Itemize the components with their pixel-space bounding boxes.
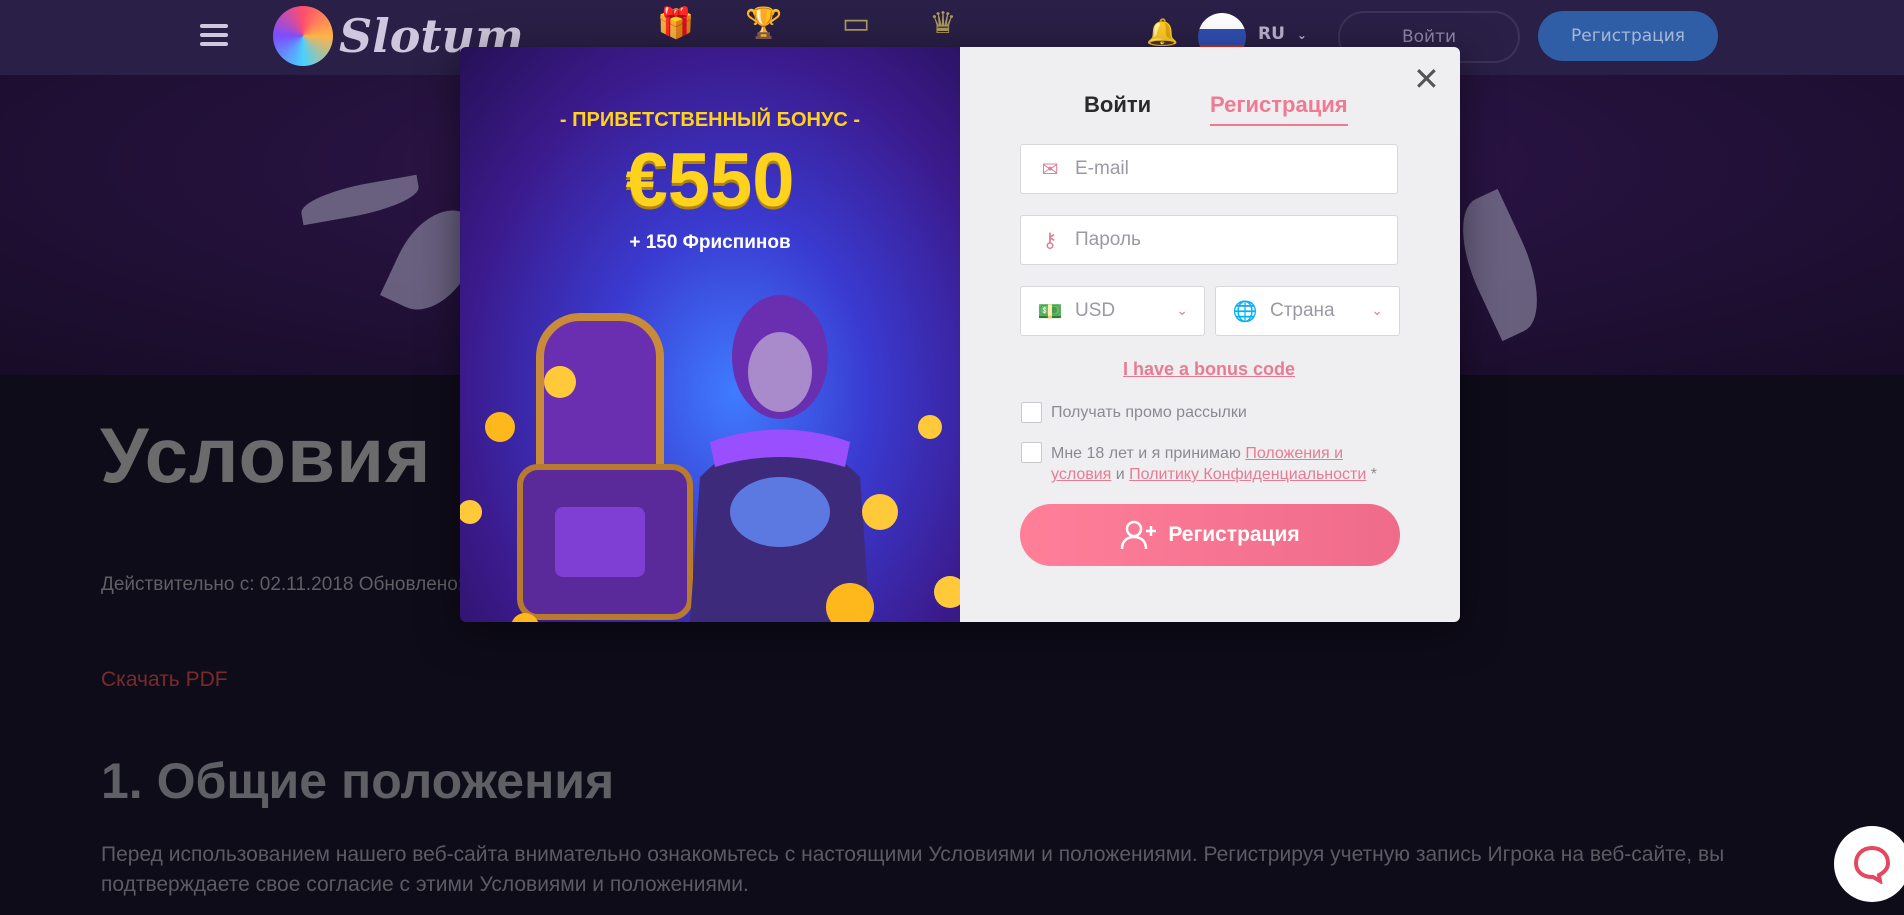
language-selector[interactable]: RU ⌄ bbox=[1258, 24, 1307, 44]
trophy-icon[interactable]: 🏆 bbox=[745, 8, 782, 40]
terms-prefix: Мне 18 лет и я принимаю bbox=[1051, 445, 1246, 462]
register-submit-label: Регистрация bbox=[1168, 523, 1300, 546]
add-user-icon bbox=[1121, 520, 1157, 550]
crown-icon[interactable]: ♛ bbox=[925, 8, 961, 40]
close-icon[interactable]: ✕ bbox=[1413, 60, 1440, 98]
mail-icon: ✉ bbox=[1041, 157, 1059, 181]
promo-amount: €550 bbox=[625, 138, 795, 223]
password-placeholder: Пароль bbox=[1075, 229, 1141, 250]
terms-checkbox-label: Мне 18 лет и я принимаю Положения и усло… bbox=[1051, 443, 1381, 485]
terms-and: и bbox=[1111, 466, 1130, 483]
password-field[interactable]: ⚷ Пароль bbox=[1020, 215, 1398, 265]
key-icon: ⚷ bbox=[1042, 228, 1058, 252]
chevron-down-icon: ⌄ bbox=[1296, 28, 1307, 42]
email-placeholder: E-mail bbox=[1075, 158, 1129, 179]
leaf-decoration bbox=[298, 174, 422, 226]
promo-panel: - ПРИВЕТСТВЕННЫЙ БОНУС - €550 + 150 Фрис… bbox=[460, 47, 960, 622]
chevron-down-icon: ⌄ bbox=[1176, 303, 1188, 319]
promo-spins: + 150 Фриспинов bbox=[629, 232, 791, 253]
gift-icon[interactable]: 🎁 bbox=[657, 8, 694, 40]
country-select[interactable]: 🌐 Страна ⌄ bbox=[1215, 286, 1400, 336]
privacy-link[interactable]: Политику Конфиденциальности bbox=[1129, 466, 1366, 483]
globe-icon: 🌐 bbox=[1232, 299, 1258, 323]
header-register-button[interactable]: Регистрация bbox=[1538, 11, 1718, 61]
terms-checkbox[interactable] bbox=[1021, 442, 1042, 463]
validity-date: Действительно с: 02.11.2018 Обновлено: bbox=[101, 574, 464, 595]
email-field[interactable]: ✉ E-mail bbox=[1020, 144, 1398, 194]
promo-checkbox-label: Получать промо рассылки bbox=[1051, 404, 1247, 421]
logo-icon bbox=[273, 6, 333, 66]
chevron-down-icon: ⌄ bbox=[1371, 303, 1383, 319]
page-title: Условия bbox=[100, 411, 432, 499]
promo-checkbox[interactable] bbox=[1021, 402, 1042, 423]
banknote-icon: 💵 bbox=[1037, 299, 1063, 323]
menu-icon[interactable] bbox=[200, 24, 228, 48]
chat-icon bbox=[1853, 845, 1891, 884]
section-paragraph: Перед использованием нашего веб-сайта вн… bbox=[101, 843, 1725, 896]
section-title: 1. Общие положения bbox=[101, 753, 615, 809]
promo-headline: - ПРИВЕТСТВЕННЫЙ БОНУС - bbox=[559, 109, 861, 131]
promo-illustration bbox=[460, 295, 960, 622]
chat-button[interactable] bbox=[1834, 826, 1904, 902]
terms-required: * bbox=[1366, 466, 1377, 483]
country-placeholder: Страна bbox=[1270, 300, 1335, 321]
tab-register[interactable]: Регистрация bbox=[1210, 92, 1348, 126]
leaf-decoration bbox=[1443, 188, 1557, 342]
currency-select[interactable]: 💵 USD ⌄ bbox=[1020, 286, 1205, 336]
download-pdf-link[interactable]: Скачать PDF bbox=[101, 668, 228, 692]
wallet-icon[interactable]: ▭ bbox=[838, 8, 874, 40]
bonus-code-link[interactable]: I have a bonus code bbox=[1020, 359, 1398, 380]
register-submit-button[interactable]: Регистрация bbox=[1020, 504, 1400, 566]
tab-login[interactable]: Войти bbox=[1084, 92, 1151, 118]
language-label: RU bbox=[1258, 24, 1285, 44]
currency-value: USD bbox=[1075, 300, 1116, 321]
